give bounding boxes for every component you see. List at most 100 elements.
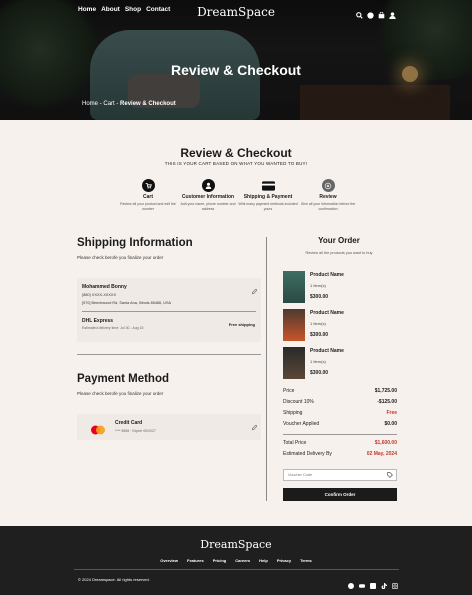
shipping-card: Mohammed Bonny (880) XXXX-XXXXX [970] Be… [77, 278, 261, 342]
summary-label: Total Price [283, 440, 307, 446]
summary-value: $1,725.00 [374, 388, 397, 394]
footer-link-help[interactable]: Help [259, 558, 268, 563]
copyright: © 2024 Dreamspace. All rights reserved. [78, 577, 150, 582]
breadcrumb-home[interactable]: Home [82, 101, 98, 107]
product-qty: 1 Item(s) [310, 283, 326, 288]
youtube-icon[interactable] [359, 576, 365, 588]
summary-label: Voucher Applied [283, 421, 320, 427]
divider [74, 569, 399, 570]
product-price: $300.00 [310, 370, 329, 376]
hero-title: Review & Checkout [171, 62, 301, 78]
cart-icon[interactable] [378, 6, 385, 19]
breadcrumb-current: Review & Checkout [120, 101, 176, 107]
facebook-icon[interactable] [348, 576, 354, 589]
card-type: Credit Card [115, 420, 143, 426]
product-qty: 1 Item(s) [310, 321, 326, 326]
chat-icon[interactable] [367, 6, 374, 19]
step-desc: Review all your product and edit the num… [120, 202, 176, 211]
footer-link-privacy[interactable]: Privacy [277, 558, 291, 563]
footer-link-overview[interactable]: Overview [160, 558, 178, 563]
summary-voucher: Voucher Applied $0.00 [283, 421, 397, 427]
order-item[interactable]: Product Name 1 Item(s) $300.00 [283, 271, 393, 305]
customer-phone: (880) XXXX-XXXXX [82, 293, 116, 297]
step-shipping-payment: Shipping & Payment Whit many payment met… [238, 179, 298, 211]
checkout-steps: Cart Review all your product and edit th… [118, 179, 358, 211]
user-icon[interactable] [389, 6, 396, 19]
step-title: Cart [142, 194, 153, 200]
product-image [283, 271, 305, 303]
footer-link-features[interactable]: Features [187, 558, 204, 563]
order-title: Your Order [318, 236, 360, 245]
footer-link-pricing[interactable]: Pricing [213, 558, 227, 563]
confirm-order-button[interactable]: Confirm Order [283, 488, 397, 501]
shipping-title: Shipping Information [77, 237, 193, 249]
card-number: **** 9865 · Expire 09/2027 [115, 429, 156, 433]
tiktok-icon[interactable] [381, 576, 387, 589]
product-price: $300.00 [310, 332, 329, 338]
linkedin-icon[interactable] [370, 576, 376, 589]
summary-label: Discount 10% [283, 399, 314, 405]
step-desc: Give all your information before the con… [300, 202, 356, 211]
search-icon[interactable] [356, 6, 363, 19]
product-name: Product Name [310, 272, 344, 278]
edit-icon[interactable] [251, 418, 258, 431]
summary-label: Price [283, 388, 295, 394]
product-name: Product Name [310, 348, 344, 354]
footer-logo[interactable]: DreamSpace [0, 538, 472, 551]
step-cart: Cart Review all your product and edit th… [118, 179, 178, 211]
divider [77, 354, 261, 355]
step-title: Customer Information [181, 194, 235, 200]
breadcrumb: Home - Cart - Review & Checkout [82, 101, 176, 107]
summary-label: Estimated Delivery By [283, 451, 332, 457]
edit-icon[interactable] [251, 282, 258, 295]
product-name: Product Name [310, 310, 344, 316]
payment-note: Please check berofe you finalize your or… [77, 391, 164, 396]
summary-label: Shipping [283, 410, 303, 416]
cart-icon [141, 179, 155, 192]
logo[interactable]: DreamSpace [0, 5, 472, 19]
summary-delivery: Estimated Delivery By 02 May, 2024 [283, 451, 397, 457]
breadcrumb-cart[interactable]: Cart [103, 101, 114, 107]
payment-title: Payment Method [77, 373, 170, 385]
step-title: Review [319, 194, 337, 200]
footer: DreamSpace Overview Features Pricing Car… [0, 526, 472, 595]
payment-card[interactable]: Credit Card **** 9865 · Expire 09/2027 [77, 414, 261, 440]
summary-value: 02 May, 2024 [366, 451, 397, 457]
credit-card-icon [261, 179, 275, 192]
customer-address: [970] Beechwood Rd, Santa Ana, Illinois … [82, 301, 172, 305]
product-image [283, 309, 305, 341]
voucher-input[interactable]: Voucher Code [283, 469, 397, 481]
review-icon [321, 179, 335, 192]
section-title: Review & Checkout [180, 146, 292, 160]
hero-banner: Home About Shop Contact DreamSpace Revie… [0, 0, 472, 120]
order-item[interactable]: Product Name 1 Item(s) $300.00 [283, 309, 393, 343]
free-shipping-label: Free shipping [228, 322, 255, 327]
order-item[interactable]: Product Name 1 Item(s) $300.00 [283, 347, 393, 381]
shipping-note: Please check berofe you finalize your or… [77, 255, 164, 260]
user-icon [201, 179, 215, 192]
summary-discount: Discount 10% -$125.00 [283, 399, 397, 405]
step-review: Review Give all your information before … [298, 179, 358, 211]
footer-link-terms[interactable]: Terms [300, 558, 312, 563]
tag-icon[interactable] [387, 472, 393, 478]
product-price: $300.00 [310, 294, 329, 300]
divider [283, 434, 397, 435]
order-subtitle: Review all the products you want to buy [305, 251, 373, 255]
step-desc: Whit many payment methods included yours [238, 202, 298, 211]
summary-shipping: Shipping Free [283, 410, 397, 416]
delivery-estimate: Estimated delivery time: Jul 30 - Aug 15 [82, 326, 144, 330]
social-links [348, 576, 398, 589]
step-desc: Add your name, phone number and address [180, 202, 236, 211]
mastercard-icon [90, 422, 106, 435]
summary-value: $0.00 [384, 421, 397, 427]
step-customer-info: Customer Information Add your name, phon… [178, 179, 238, 211]
footer-links: Overview Features Pricing Careers Help P… [0, 558, 472, 563]
instagram-icon[interactable] [392, 576, 398, 589]
step-title: Shipping & Payment [243, 194, 293, 200]
top-nav: Home About Shop Contact DreamSpace [0, 5, 472, 19]
summary-value: -$125.00 [377, 399, 397, 405]
customer-name: Mohammed Bonny [82, 284, 127, 290]
summary-price: Price $1,725.00 [283, 388, 397, 394]
product-image [283, 347, 305, 379]
footer-link-careers[interactable]: Careers [235, 558, 250, 563]
